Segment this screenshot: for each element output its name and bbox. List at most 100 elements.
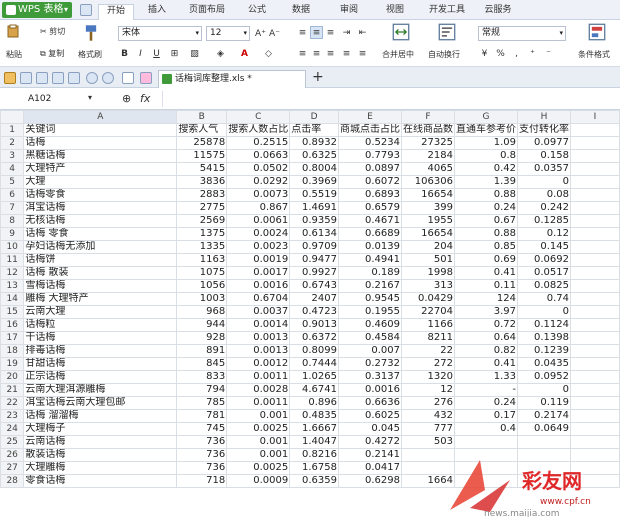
customize-icon[interactable] (122, 72, 134, 84)
cell[interactable]: 0.6325 (289, 149, 339, 163)
row-header[interactable]: 26 (0, 448, 25, 462)
cell[interactable]: 0.1398 (516, 331, 571, 345)
cell[interactable]: 0.0023 (226, 240, 291, 254)
cell[interactable]: 12 (400, 383, 455, 397)
cell[interactable]: 话梅 散装 (23, 266, 178, 280)
cell[interactable]: 928 (176, 331, 228, 345)
cell[interactable]: 0.5519 (289, 188, 339, 202)
cell[interactable]: 0.72 (453, 318, 518, 332)
cell[interactable]: 0.0037 (226, 305, 291, 319)
cell[interactable]: 794 (176, 383, 228, 397)
cell[interactable]: 4.6741 (289, 383, 339, 397)
cell[interactable]: 0.08 (516, 188, 571, 202)
number-format-select[interactable]: 常规 ▾ (478, 26, 566, 41)
row-header[interactable]: 5 (0, 175, 25, 189)
row-header[interactable]: 25 (0, 435, 25, 449)
document-tab[interactable]: 话梅词库整理.xls * (158, 70, 306, 88)
cell[interactable] (569, 435, 620, 449)
cell[interactable]: 16654 (400, 227, 455, 241)
cell[interactable]: 1056 (176, 279, 228, 293)
wrap-text-button[interactable] (438, 23, 456, 41)
cell[interactable]: 0.0011 (226, 396, 291, 410)
cell[interactable]: 2184 (400, 149, 455, 163)
tab-developer[interactable]: 开发工具 (424, 4, 470, 20)
cell[interactable]: 0.4 (453, 422, 518, 436)
column-header-c[interactable]: C (226, 110, 291, 124)
cell[interactable]: 0.6743 (289, 279, 339, 293)
cell[interactable]: 0.6372 (289, 331, 339, 345)
row-header[interactable]: 10 (0, 240, 25, 254)
cell[interactable]: 1.6667 (289, 422, 339, 436)
cell[interactable]: 2569 (176, 214, 228, 228)
column-header-f[interactable]: F (400, 110, 455, 124)
redo-icon[interactable] (102, 72, 114, 84)
cell[interactable]: 1.0265 (289, 370, 339, 384)
cell[interactable]: 洱宝话梅 (23, 201, 178, 215)
cell[interactable]: 2407 (289, 292, 339, 306)
cell[interactable] (569, 175, 620, 189)
cell[interactable]: 搜索人气 (176, 123, 228, 137)
row-header[interactable]: 28 (0, 474, 25, 488)
cell[interactable]: 0.0009 (226, 474, 291, 488)
cell[interactable]: 313 (400, 279, 455, 293)
cell[interactable]: 孕妇话梅无添加 (23, 240, 178, 254)
cell[interactable]: 零食话梅 (23, 474, 178, 488)
cell[interactable]: 搜索人数占比 (226, 123, 291, 137)
cell[interactable]: 0.4584 (337, 331, 402, 345)
cell[interactable] (569, 253, 620, 267)
decrease-font-icon[interactable]: A⁻ (268, 27, 281, 40)
cell[interactable]: 0.0012 (226, 357, 291, 371)
column-header-g[interactable]: G (453, 110, 518, 124)
align-center-icon[interactable]: ≡ (310, 47, 323, 60)
cell[interactable]: 直通车参考价 (453, 123, 518, 137)
cell[interactable]: 0.6298 (337, 474, 402, 488)
cell[interactable]: 关键词 (23, 123, 178, 137)
cell[interactable]: 8211 (400, 331, 455, 345)
row-header[interactable]: 3 (0, 149, 25, 163)
bold-icon[interactable]: B (118, 47, 131, 60)
cell[interactable]: 0.11 (453, 279, 518, 293)
print-icon[interactable] (36, 72, 48, 84)
align-left-icon[interactable]: ≡ (296, 47, 309, 60)
cell[interactable]: 25878 (176, 136, 228, 150)
cell[interactable]: 0.88 (453, 188, 518, 202)
align-right-icon[interactable]: ≡ (324, 47, 337, 60)
wps-w-icon[interactable] (140, 72, 152, 84)
cell[interactable]: 0.9477 (289, 253, 339, 267)
cell[interactable]: 正宗话梅 (23, 370, 178, 384)
cell[interactable]: 1320 (400, 370, 455, 384)
cell[interactable]: 0.001 (226, 409, 291, 423)
cell[interactable]: 0.67 (453, 214, 518, 228)
row-header[interactable]: 14 (0, 292, 25, 306)
cell[interactable]: 745 (176, 422, 228, 436)
cell[interactable]: 0.6359 (289, 474, 339, 488)
cell[interactable]: 话梅 溜溜梅 (23, 409, 178, 423)
cell[interactable] (569, 240, 620, 254)
cell[interactable]: 0.6704 (226, 292, 291, 306)
cell[interactable]: 777 (400, 422, 455, 436)
row-header[interactable]: 13 (0, 279, 25, 293)
cell[interactable]: 0.41 (453, 266, 518, 280)
cell[interactable]: 0.3969 (289, 175, 339, 189)
cell[interactable]: 0.8932 (289, 136, 339, 150)
cell[interactable]: 785 (176, 396, 228, 410)
new-tab-button[interactable]: + (312, 69, 324, 85)
cell[interactable]: 大理 (23, 175, 178, 189)
cell[interactable]: 11575 (176, 149, 228, 163)
tab-data[interactable]: 数据 (286, 4, 316, 20)
cell[interactable]: 891 (176, 344, 228, 358)
cell[interactable]: 0.158 (516, 149, 571, 163)
cell[interactable]: 0.7793 (337, 149, 402, 163)
select-all-corner[interactable] (0, 110, 25, 124)
cell[interactable]: 0.007 (337, 344, 402, 358)
cell[interactable]: 3.97 (453, 305, 518, 319)
cell[interactable]: 0.0025 (226, 461, 291, 475)
cell[interactable]: 1166 (400, 318, 455, 332)
cell[interactable]: 0.189 (337, 266, 402, 280)
cell[interactable]: 0.0013 (226, 344, 291, 358)
cell[interactable] (569, 266, 620, 280)
cell[interactable]: 0.12 (516, 227, 571, 241)
column-header-h[interactable]: H (516, 110, 571, 124)
cell[interactable]: 0.64 (453, 331, 518, 345)
cell[interactable]: 0.0073 (226, 188, 291, 202)
